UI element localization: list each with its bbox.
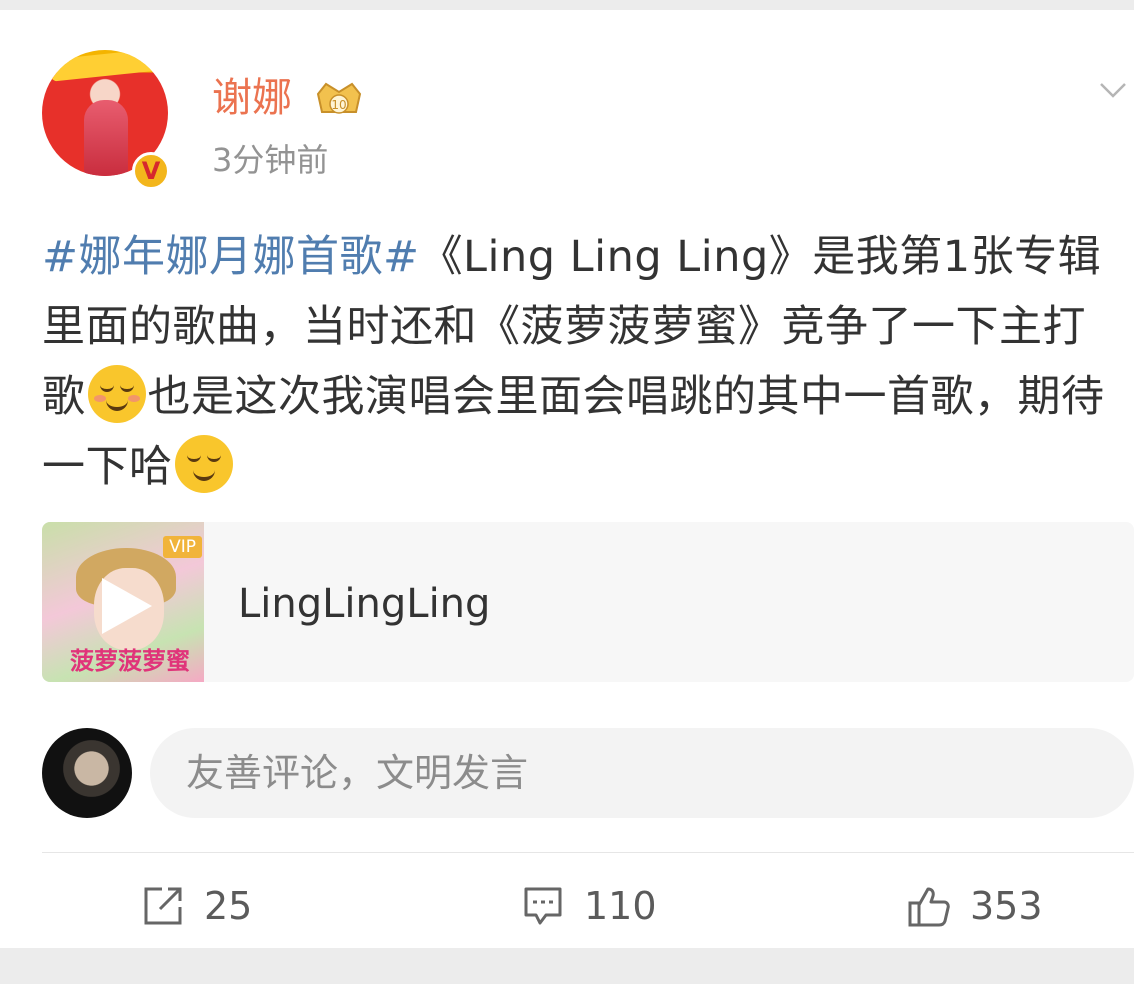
comment-count: 110 [584, 884, 657, 928]
current-user-avatar [42, 728, 132, 818]
comment-placeholder: 友善评论，文明发言 [186, 751, 529, 795]
music-title[interactable]: LingLingLing [238, 580, 490, 628]
verified-badge-icon: V [132, 152, 170, 190]
author-name[interactable]: 谢娜 [212, 74, 292, 122]
like-button[interactable]: 353 [906, 878, 1043, 934]
avatar-figure [84, 100, 128, 176]
repost-button[interactable]: 25 [140, 878, 252, 934]
post-body: #娜年娜月娜首歌#《Ling Ling Ling》是我第1张专辑里面的歌曲，当时… [42, 222, 1112, 502]
comment-icon [524, 887, 562, 925]
post-time: 3分钟前 [212, 141, 329, 179]
hashtag-link[interactable]: #娜年娜月娜首歌# [42, 232, 420, 282]
blush-emoji-icon [87, 365, 146, 423]
music-cover[interactable]: VIP 菠萝菠萝蜜 [42, 522, 204, 682]
repost-count: 25 [204, 884, 253, 928]
svg-text:10: 10 [331, 98, 346, 112]
repost-icon [144, 887, 182, 925]
vip-tag: VIP [163, 536, 202, 558]
music-card[interactable]: VIP 菠萝菠萝蜜 LingLingLing [42, 522, 1134, 682]
divider [42, 852, 1134, 853]
vip-level-icon: 10 [316, 82, 362, 114]
cover-title: 菠萝菠萝蜜 [70, 647, 190, 675]
weibo-post-card: V 谢娜 10 3分钟前 #娜年娜月娜首歌#《Ling Ling Ling》是我… [0, 10, 1134, 948]
play-icon[interactable] [102, 578, 152, 634]
avatar-banner [49, 50, 161, 82]
bottom-gap [0, 948, 1134, 984]
comment-input[interactable]: 友善评论，文明发言 [150, 728, 1134, 818]
smile-emoji-icon [174, 435, 233, 493]
chevron-down-icon[interactable] [1098, 76, 1128, 106]
like-count: 353 [970, 884, 1043, 928]
comment-button[interactable]: 110 [520, 878, 657, 934]
thumbs-up-icon [908, 887, 950, 927]
